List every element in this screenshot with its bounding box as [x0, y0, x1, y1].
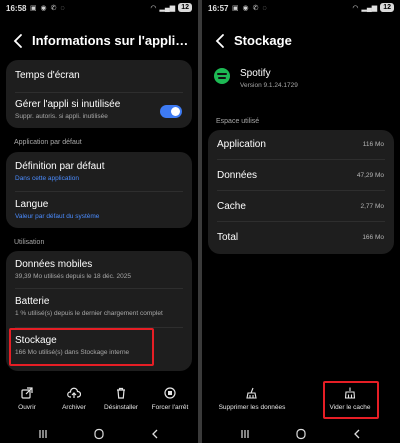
open-external-icon [21, 387, 33, 399]
status-right: ◠ ▂▄▆ 12 [352, 3, 394, 12]
system-nav-bar [202, 423, 400, 443]
app-info-screen: 16:58 ▣ ◉ ✆ ◌ ◠ ▂▄▆ 12 Informations sur … [0, 0, 198, 443]
back-nav-icon [354, 429, 360, 439]
signal-icon: ▂▄▆ [159, 4, 176, 12]
back-nav-button[interactable] [350, 427, 364, 439]
page-title: Stockage [234, 33, 292, 48]
force-stop-button[interactable]: Forcer l'arrêt [146, 386, 194, 411]
battery-indicator: 12 [380, 3, 394, 12]
manage-unused-label: Gérer l'appli si inutilisée [15, 99, 121, 110]
cloud-upload-icon [67, 387, 81, 398]
language-sub: Valeur par défaut du système [15, 213, 100, 220]
page-title: Informations sur l'application [32, 33, 190, 48]
action-bar: Ouvrir Archiver Désinstaller Forcer l'ar… [0, 386, 198, 420]
home-button[interactable] [92, 427, 106, 440]
spotify-icon [214, 68, 230, 84]
clear-data-button[interactable]: Supprimer les données [202, 386, 302, 411]
mobile-data-sub: 39,39 Mo utilisés depuis le 18 déc. 2025 [15, 273, 131, 280]
mobile-data-label: Données mobiles [15, 259, 93, 270]
broom-icon [246, 387, 257, 399]
app-name: Spotify [240, 68, 271, 79]
back-button[interactable] [10, 30, 28, 52]
archive-label: Archiver [62, 404, 86, 411]
app-version: Version 9.1.24.1729 [240, 82, 298, 89]
manage-unused-toggle[interactable] [160, 105, 182, 118]
signal-icon: ▂▄▆ [361, 4, 378, 12]
home-icon [296, 428, 306, 440]
status-notification-icons: ▣ ◉ ✆ ◌ [30, 5, 66, 12]
language-item[interactable]: Langue Valeur par défaut du système [6, 199, 192, 220]
status-time: 16:58 [6, 4, 27, 13]
status-time: 16:57 [208, 4, 229, 13]
battery-indicator: 12 [178, 3, 192, 12]
force-stop-label: Forcer l'arrêt [151, 404, 189, 411]
storage-screen: 16:57 ▣ ◉ ✆ ◌ ◠ ▂▄▆ 12 Stockage Spotify … [202, 0, 400, 443]
default-definition-label: Définition par défaut [15, 161, 105, 172]
battery-item[interactable]: Batterie 1 % utilisé(s) depuis le dernie… [6, 296, 192, 317]
divider [15, 92, 183, 93]
storage-highlight-box [9, 328, 154, 366]
recent-apps-icon [241, 430, 249, 438]
stop-icon [164, 387, 176, 399]
status-right: ◠ ▂▄▆ 12 [150, 3, 192, 12]
home-icon [94, 428, 104, 440]
back-nav-icon [152, 429, 158, 439]
wifi-icon: ◠ [352, 4, 359, 12]
back-button[interactable] [212, 30, 230, 52]
status-bar: 16:58 ▣ ◉ ✆ ◌ ◠ ▂▄▆ 12 [0, 0, 198, 18]
home-button[interactable] [294, 427, 308, 440]
battery-sub: 1 % utilisé(s) depuis le dernier chargem… [15, 310, 163, 317]
back-nav-button[interactable] [148, 427, 162, 439]
archive-button[interactable]: Archiver [50, 386, 98, 411]
uninstall-label: Désinstaller [104, 404, 138, 411]
row-value: 166 Mo [362, 234, 384, 241]
manage-unused-sub: Suppr. autoris. si appli. inutilisée [15, 113, 108, 120]
app-bar: Stockage [202, 30, 400, 54]
default-definition-item[interactable]: Définition par défaut Dans cette applica… [6, 161, 192, 182]
section-header: Application par défaut [14, 139, 82, 146]
default-definition-sub: Dans cette application [15, 175, 79, 182]
clear-data-label: Supprimer les données [218, 404, 286, 411]
app-header: Spotify Version 9.1.24.1729 [240, 68, 298, 89]
manage-unused-item[interactable]: Gérer l'appli si inutilisée Suppr. autor… [6, 99, 158, 120]
row-value: 47,29 Mo [356, 172, 384, 179]
clear-cache-highlight-box [323, 381, 379, 419]
row-value: 2,77 Mo [360, 203, 385, 210]
open-button[interactable]: Ouvrir [3, 386, 51, 411]
chevron-left-icon [215, 34, 224, 48]
usage-card: Temps d'écran Gérer l'appli si inutilisé… [6, 60, 192, 128]
app-bar: Informations sur l'application [0, 30, 198, 54]
section-header: Espace utilisé [216, 118, 260, 125]
screen-time-label: Temps d'écran [15, 70, 80, 81]
recent-apps-button[interactable] [36, 427, 50, 439]
divider [217, 159, 385, 160]
row-value: 116 Mo [362, 141, 384, 148]
storage-usage-card: Application 116 Mo Données 47,29 Mo Cach… [208, 130, 394, 254]
recent-apps-button[interactable] [238, 427, 252, 439]
wifi-icon: ◠ [150, 4, 157, 12]
section-header: Utilisation [14, 239, 45, 246]
divider [217, 221, 385, 222]
recent-apps-icon [39, 430, 47, 438]
divider [217, 190, 385, 191]
system-nav-bar [0, 423, 198, 443]
trash-icon [117, 387, 125, 399]
open-label: Ouvrir [18, 404, 36, 411]
status-bar: 16:57 ▣ ◉ ✆ ◌ ◠ ▂▄▆ 12 [202, 0, 400, 18]
mobile-data-item[interactable]: Données mobiles 39,39 Mo utilisés depuis… [6, 259, 192, 280]
screen-time-item[interactable]: Temps d'écran [6, 70, 192, 81]
divider [15, 288, 183, 289]
language-label: Langue [15, 199, 49, 210]
uninstall-button[interactable]: Désinstaller [97, 386, 145, 411]
battery-label: Batterie [15, 296, 50, 307]
divider [15, 191, 183, 192]
chevron-left-icon [13, 34, 22, 48]
default-app-card: Définition par défaut Dans cette applica… [6, 152, 192, 228]
status-notification-icons: ▣ ◉ ✆ ◌ [232, 5, 268, 12]
